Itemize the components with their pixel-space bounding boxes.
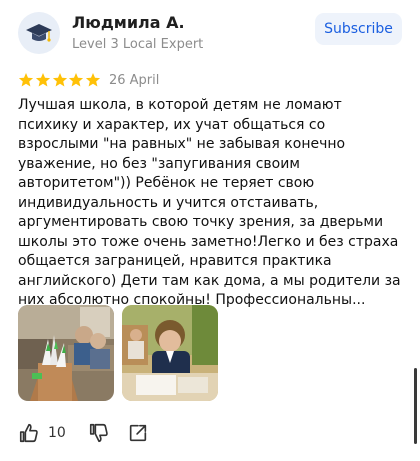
user-level: Level 3 Local Expert [72, 37, 204, 52]
thumbs-down-icon[interactable] [88, 422, 110, 444]
like-count: 10 [48, 425, 66, 441]
review-photo-2[interactable] [122, 305, 218, 401]
student-at-desk-photo [122, 305, 218, 401]
share-icon[interactable] [127, 422, 149, 444]
star-icon [35, 73, 50, 87]
subscribe-button[interactable]: Subscribe [315, 13, 402, 45]
star-icon [18, 73, 34, 87]
star-icon [86, 73, 101, 87]
review-text: Лучшая школа, в которой детям не ломают … [18, 96, 402, 330]
review-photos [18, 305, 218, 401]
avatar[interactable] [18, 12, 60, 54]
star-icon [52, 73, 67, 87]
scrollbar[interactable] [414, 368, 417, 444]
review-actions: 10 [18, 420, 149, 446]
user-name[interactable]: Людмила А. [72, 13, 185, 32]
review-body: Лучшая школа, в которой детям не ломают … [18, 97, 401, 308]
review-photo-1[interactable] [18, 305, 114, 401]
classroom-craft-photo [18, 305, 114, 401]
rating-row: 26 April [18, 71, 159, 89]
thumbs-up-icon[interactable] [18, 422, 40, 444]
review-header: Людмила А. Level 3 Local Expert Subscrib… [18, 12, 402, 56]
star-icon [69, 73, 84, 87]
review-date: 26 April [108, 72, 160, 88]
graduation-cap-icon [26, 24, 52, 42]
